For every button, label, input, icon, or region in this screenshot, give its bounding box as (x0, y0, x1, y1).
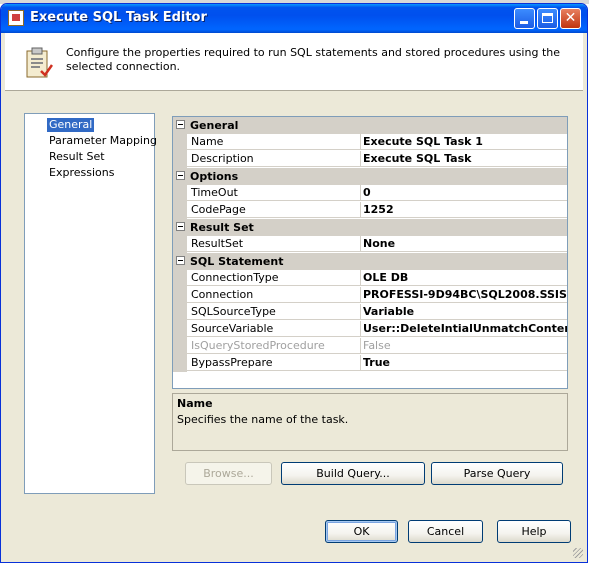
resize-grip-icon[interactable] (573, 548, 583, 558)
property-value[interactable]: PROFESSI-9D94BC\SQL2008.SSIS.sa (361, 287, 567, 303)
property-name: TimeOut (187, 185, 361, 201)
category-general[interactable]: General (173, 117, 567, 134)
nav-item-general[interactable]: General (47, 118, 95, 132)
property-row-codepage[interactable]: CodePage 1252 (173, 202, 567, 219)
category-options[interactable]: Options (173, 168, 567, 185)
property-value[interactable]: OLE DB (361, 270, 567, 286)
maximize-button[interactable] (537, 8, 558, 29)
build-query-button[interactable]: Build Query... (281, 462, 425, 485)
property-row-bypassprepare[interactable]: BypassPrepare True (173, 355, 567, 372)
collapse-icon[interactable] (176, 222, 185, 231)
row-gutter (173, 151, 187, 168)
row-gutter (173, 202, 187, 219)
property-name: ResultSet (187, 236, 361, 252)
property-value[interactable]: 1252 (361, 202, 567, 218)
property-row-name[interactable]: Name Execute SQL Task 1 (173, 134, 567, 151)
header-description: Configure the properties required to run… (66, 46, 560, 73)
nav-item-result-set[interactable]: Result Set (47, 150, 107, 164)
task-editor-icon (8, 10, 24, 26)
close-button[interactable]: ✕ (560, 8, 581, 29)
property-row-resultset[interactable]: ResultSet None (173, 236, 567, 253)
property-name: IsQueryStoredProcedure (187, 338, 361, 354)
property-row-timeout[interactable]: TimeOut 0 (173, 185, 567, 202)
nav-item-expressions[interactable]: Expressions (47, 166, 116, 180)
minimize-button[interactable] (514, 8, 535, 29)
property-name: ConnectionType (187, 270, 361, 286)
category-label: Options (190, 170, 239, 183)
property-name: CodePage (187, 202, 361, 218)
property-value[interactable]: Execute SQL Task 1 (361, 134, 567, 150)
description-title: Name (177, 397, 213, 410)
description-text: Specifies the name of the task. (177, 413, 349, 426)
property-row-connection[interactable]: Connection PROFESSI-9D94BC\SQL2008.SSIS.… (173, 287, 567, 304)
property-value[interactable]: True (361, 355, 567, 371)
category-sql-statement[interactable]: SQL Statement (173, 253, 567, 270)
property-name: SQLSourceType (187, 304, 361, 320)
browse-button: Browse... (185, 462, 272, 485)
category-label: General (190, 119, 239, 132)
property-value[interactable]: None (361, 236, 567, 252)
property-name: BypassPrepare (187, 355, 361, 371)
property-row-connectiontype[interactable]: ConnectionType OLE DB (173, 270, 567, 287)
collapse-icon[interactable] (176, 120, 185, 129)
parse-query-button[interactable]: Parse Query (431, 462, 563, 485)
property-name: Connection (187, 287, 361, 303)
property-value[interactable]: Variable (361, 304, 567, 320)
header-panel: Configure the properties required to run… (5, 33, 583, 91)
property-row-isquerystoredprocedure: IsQueryStoredProcedure False (173, 338, 567, 355)
ok-button[interactable]: OK (325, 520, 398, 543)
row-gutter (173, 338, 187, 355)
collapse-icon[interactable] (176, 256, 185, 265)
property-name: Description (187, 151, 361, 167)
title-bar[interactable]: Execute SQL Task Editor ✕ (1, 4, 587, 33)
close-icon: ✕ (564, 10, 577, 26)
property-description-panel: Name Specifies the name of the task. (172, 393, 568, 451)
row-gutter (173, 287, 187, 304)
cancel-button[interactable]: Cancel (408, 520, 483, 543)
row-gutter (173, 185, 187, 202)
category-label: SQL Statement (190, 255, 284, 268)
clipboard-task-icon (26, 47, 53, 78)
dialog-window: Execute SQL Task Editor ✕ Configure the … (0, 3, 588, 563)
property-row-sourcevariable[interactable]: SourceVariable User::DeleteIntialUnmatch… (173, 321, 567, 338)
property-row-sqlsourcetype[interactable]: SQLSourceType Variable (173, 304, 567, 321)
nav-item-parameter-mapping[interactable]: Parameter Mapping (47, 134, 159, 148)
property-row-description[interactable]: Description Execute SQL Task (173, 151, 567, 168)
property-value[interactable]: Execute SQL Task (361, 151, 567, 167)
row-gutter (173, 321, 187, 338)
property-name: Name (187, 134, 361, 150)
row-gutter (173, 355, 187, 372)
property-value[interactable]: 0 (361, 185, 567, 201)
row-gutter (173, 236, 187, 253)
row-gutter (173, 270, 187, 287)
property-grid: General Name Execute SQL Task 1 Descript… (172, 116, 568, 389)
property-name: SourceVariable (187, 321, 361, 337)
row-gutter (173, 134, 187, 151)
property-value: False (361, 338, 567, 354)
window-title: Execute SQL Task Editor (30, 10, 207, 25)
collapse-icon[interactable] (176, 171, 185, 180)
help-button[interactable]: Help (497, 520, 571, 543)
category-result-set[interactable]: Result Set (173, 219, 567, 236)
category-label: Result Set (190, 221, 254, 234)
property-value[interactable]: User::DeleteIntialUnmatchContent (361, 321, 567, 337)
row-gutter (173, 304, 187, 321)
